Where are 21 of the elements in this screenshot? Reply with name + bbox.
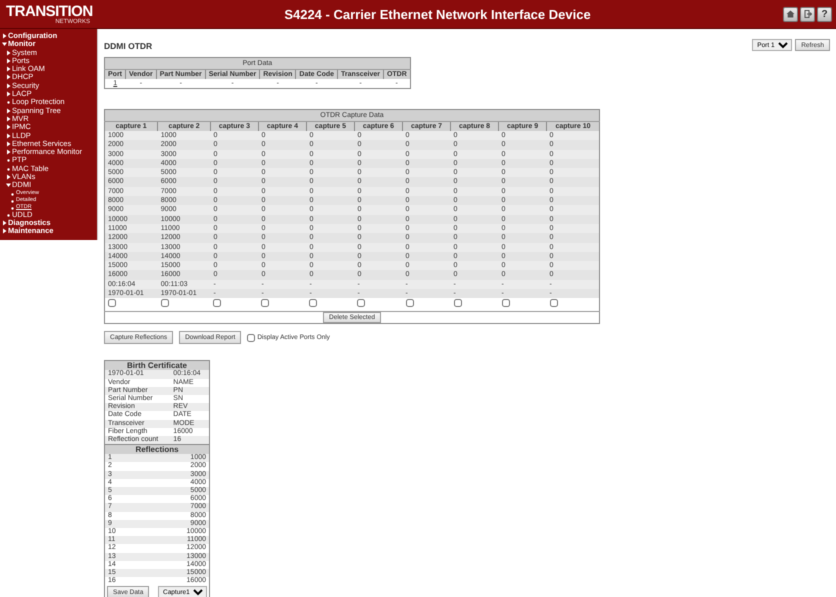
- page-title: DDMI OTDR: [104, 41, 152, 51]
- table-caption: Birth Certificate: [104, 360, 210, 370]
- capture-checkbox[interactable]: [213, 299, 222, 308]
- capture-checkbox[interactable]: [357, 299, 366, 308]
- capture-checkbox[interactable]: [160, 299, 169, 308]
- capture-checkbox[interactable]: [406, 299, 414, 308]
- active-ports-checkbox[interactable]: [247, 334, 256, 342]
- capture-checkbox[interactable]: [261, 299, 270, 308]
- capture-checkbox[interactable]: [502, 299, 510, 308]
- bullet-icon: [6, 157, 11, 164]
- capture-checkbox[interactable]: [309, 299, 318, 308]
- window-title: S4224 - Carrier Ethernet Network Interface Device: [283, 6, 592, 22]
- bullet-icon: [6, 166, 11, 172]
- home-icon[interactable]: [783, 6, 798, 22]
- bullet-icon: [6, 99, 11, 106]
- capture-checkbox[interactable]: [550, 299, 558, 308]
- table-caption: Reflections: [104, 444, 210, 454]
- logout-icon[interactable]: [800, 6, 815, 22]
- capture-checkbox[interactable]: [108, 299, 116, 308]
- help-button[interactable]: ?: [817, 6, 832, 22]
- capture-checkbox[interactable]: [454, 299, 462, 308]
